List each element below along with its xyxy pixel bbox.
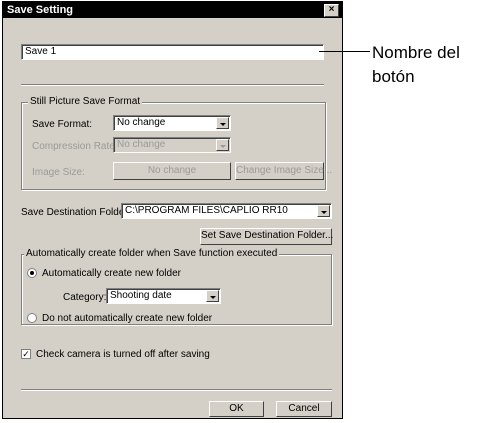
- save-format-label: Save Format:: [32, 119, 93, 130]
- ok-button[interactable]: OK: [209, 401, 264, 417]
- save-destination-folder-label: Save Destination Folder:: [21, 207, 131, 218]
- callout-annotation: Nombre del botón: [372, 41, 460, 89]
- callout-line: [319, 51, 370, 52]
- image-size-label: Image Size:: [32, 167, 85, 178]
- category-value: Shooting date: [110, 290, 172, 301]
- save-format-value: No change: [117, 117, 166, 128]
- category-label: Category:: [63, 292, 107, 303]
- callout-line-1: Nombre del: [372, 43, 460, 62]
- image-size-value: No change: [113, 162, 231, 180]
- close-icon[interactable]: ×: [324, 4, 339, 17]
- cancel-button[interactable]: Cancel: [276, 401, 332, 417]
- chevron-down-icon[interactable]: [206, 290, 219, 302]
- chevron-down-icon[interactable]: [317, 205, 330, 217]
- save-destination-folder-select[interactable]: C:\PROGRAM FILES\CAPLIO RR10: [121, 203, 332, 219]
- no-auto-create-folder-label[interactable]: Do not automatically create new folder: [42, 313, 212, 325]
- check-camera-checkbox[interactable]: ✓: [21, 349, 31, 359]
- auto-folder-group-title: Automatically create folder when Save fu…: [24, 248, 280, 259]
- divider: [21, 389, 332, 391]
- set-save-destination-folder-button[interactable]: Set Save Destination Folder...: [200, 228, 333, 245]
- dialog-title: Save Setting: [7, 4, 74, 16]
- save-destination-folder-value: C:\PROGRAM FILES\CAPLIO RR10: [125, 205, 288, 216]
- chevron-down-icon: [216, 139, 229, 151]
- auto-create-folder-label[interactable]: Automatically create new folder: [42, 268, 181, 280]
- check-camera-label[interactable]: Check camera is turned off after saving: [36, 349, 210, 361]
- save-format-select[interactable]: No change: [113, 115, 231, 131]
- callout-line-2: botón: [372, 67, 415, 86]
- compression-rate-value: No change: [117, 139, 166, 150]
- save-setting-dialog: Save Setting × Save 1 Still Picture Save…: [2, 1, 343, 419]
- compression-rate-select: No change: [113, 137, 231, 153]
- button-name-input[interactable]: Save 1: [21, 44, 324, 60]
- still-picture-group-title: Still Picture Save Format: [28, 96, 143, 107]
- divider: [21, 84, 324, 86]
- compression-rate-label: Compression Rate:: [32, 141, 118, 152]
- auto-create-folder-radio[interactable]: [27, 268, 37, 278]
- change-image-size-button: Change Image Size...: [235, 162, 332, 180]
- dialog-titlebar: Save Setting ×: [3, 2, 342, 18]
- no-auto-create-folder-radio[interactable]: [27, 313, 37, 323]
- chevron-down-icon[interactable]: [216, 117, 229, 129]
- category-select[interactable]: Shooting date: [106, 288, 221, 304]
